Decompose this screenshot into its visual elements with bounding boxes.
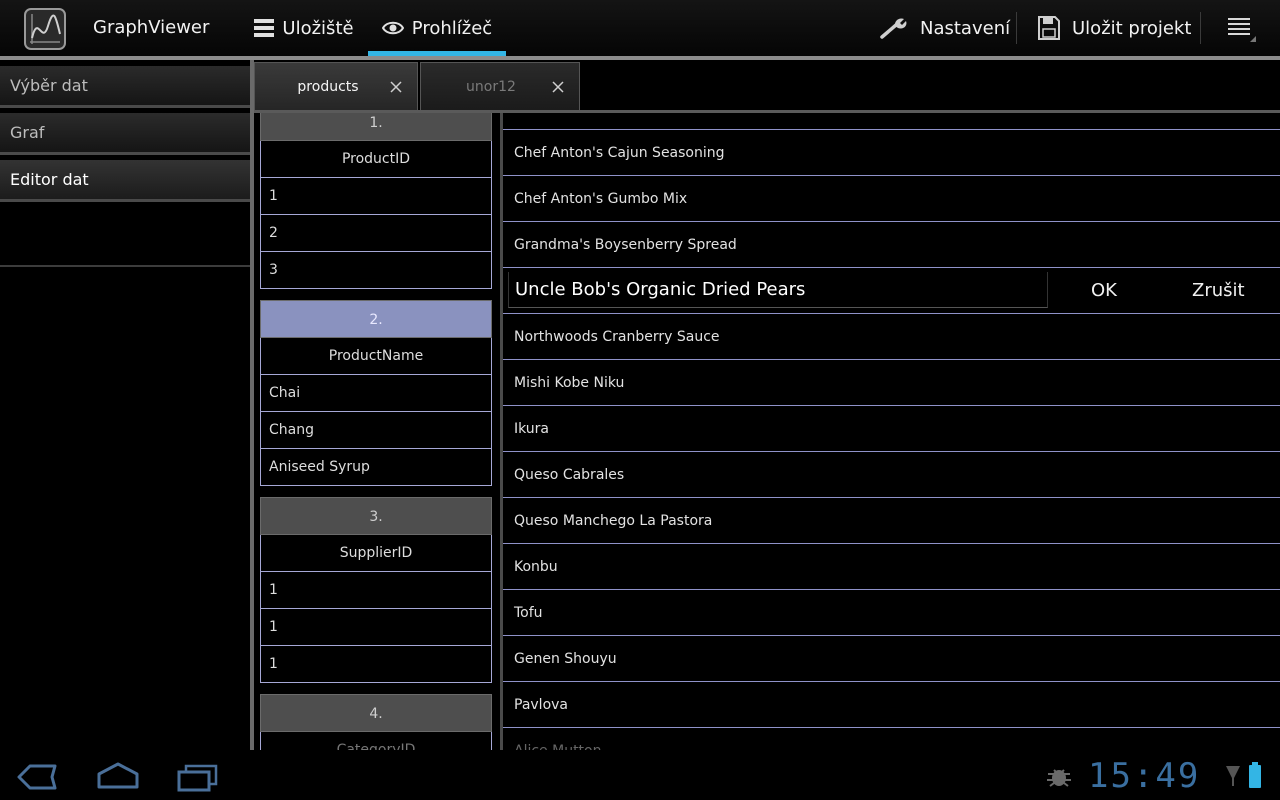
home-icon[interactable] [96,762,140,790]
clock: 15:49 [1088,756,1201,796]
column-group-selected[interactable]: 2. ProductName Chai Chang Aniseed Syrup [260,300,492,486]
sidebar-item-data-editor[interactable]: Editor dat [0,160,250,202]
value-row[interactable]: Tofu [503,590,1280,636]
cancel-button[interactable]: Zrušit [1192,268,1245,314]
settings-button[interactable]: Nastavení [880,0,1010,56]
column-name: ProductName [260,338,492,375]
column-name: CategoryID [260,732,492,750]
sidebar-divider [0,265,250,267]
close-icon[interactable] [389,80,403,94]
value-row[interactable]: Grandma's Boysenberry Spread [503,222,1280,268]
graph-app-icon[interactable] [24,8,66,50]
close-icon[interactable] [551,80,565,94]
column-group[interactable]: 4. CategoryID [260,694,492,750]
sidebar-item-data-selection[interactable]: Výběr dat [0,66,250,108]
column-number: 4. [260,694,492,732]
doc-tab-label: unor12 [466,79,516,95]
tab-viewer-label: Prohlížeč [411,17,493,39]
sidebar-item-label: Editor dat [10,170,89,189]
values-list[interactable]: Chef Anton's Cajun Seasoning Chef Anton'… [503,113,1280,750]
signal-icon [1226,766,1240,786]
app-title: GraphViewer [93,17,210,38]
column-value: 1 [260,572,492,609]
column-group[interactable]: 3. SupplierID 1 1 1 [260,497,492,683]
value-row[interactable]: Konbu [503,544,1280,590]
save-icon [1038,16,1060,40]
sidebar-item-label: Výběr dat [10,76,88,95]
recent-apps-icon[interactable] [176,764,218,792]
column-group[interactable]: 1. ProductID 1 2 3 [260,113,492,289]
column-number: 2. [260,300,492,338]
value-row[interactable]: Ikura [503,406,1280,452]
tab-storage-label: Uložiště [282,17,354,39]
value-row[interactable]: Alice Mutton [503,728,1280,750]
column-value: Aniseed Syrup [260,449,492,486]
column-number: 3. [260,497,492,535]
battery-icon [1249,762,1261,788]
value-row[interactable]: Chef Anton's Cajun Seasoning [503,130,1280,176]
system-bar: 15:49 [0,750,1280,800]
sidebar: Výběr dat Graf Editor dat [0,60,250,750]
doc-tab-products[interactable]: products [254,62,418,112]
column-name: SupplierID [260,535,492,572]
document-tabs: products unor12 [254,60,1280,113]
action-bar: GraphViewer Uložiště Prohlížeč Nastavení [0,0,1280,56]
overflow-menu-icon[interactable] [1226,14,1258,44]
value-row[interactable]: Mishi Kobe Niku [503,360,1280,406]
sidebar-item-label: Graf [10,123,45,142]
value-row[interactable]: Northwoods Cranberry Sauce [503,314,1280,360]
doc-tab-unor12[interactable]: unor12 [420,62,580,112]
list-icon [254,19,275,37]
tab-viewer[interactable]: Prohlížeč [368,0,506,56]
column-value: 3 [260,252,492,289]
tab-storage[interactable]: Uložiště [240,0,368,56]
column-number: 1. [260,113,492,141]
eye-icon [381,21,404,35]
column-value: 1 [260,609,492,646]
doc-tab-label: products [297,79,359,95]
value-row[interactable]: Pavlova [503,682,1280,728]
action-separator [1016,12,1017,44]
value-row[interactable]: Genen Shouyu [503,636,1280,682]
debug-bug-icon [1047,769,1071,787]
column-value: 2 [260,215,492,252]
column-value: Chai [260,375,492,412]
back-icon[interactable] [16,764,58,790]
edit-value-input[interactable] [508,272,1048,308]
column-value: 1 [260,178,492,215]
column-name: ProductID [260,141,492,178]
column-value: Chang [260,412,492,449]
value-row[interactable]: Queso Cabrales [503,452,1280,498]
sidebar-item-graph[interactable]: Graf [0,113,250,155]
column-list[interactable]: 1. ProductID 1 2 3 2. ProductName Chai C… [254,113,500,750]
ok-button[interactable]: OK [1091,268,1117,314]
column-value: 1 [260,646,492,683]
value-row[interactable]: Chef Anton's Gumbo Mix [503,176,1280,222]
edit-row: OK Zrušit [503,268,1280,314]
action-separator [1200,12,1201,44]
value-row[interactable]: Queso Manchego La Pastora [503,498,1280,544]
save-project-label: Uložit projekt [1072,17,1192,39]
settings-label: Nastavení [920,17,1011,39]
wrench-icon [880,18,907,39]
save-project-button[interactable]: Uložit projekt [1038,0,1191,56]
